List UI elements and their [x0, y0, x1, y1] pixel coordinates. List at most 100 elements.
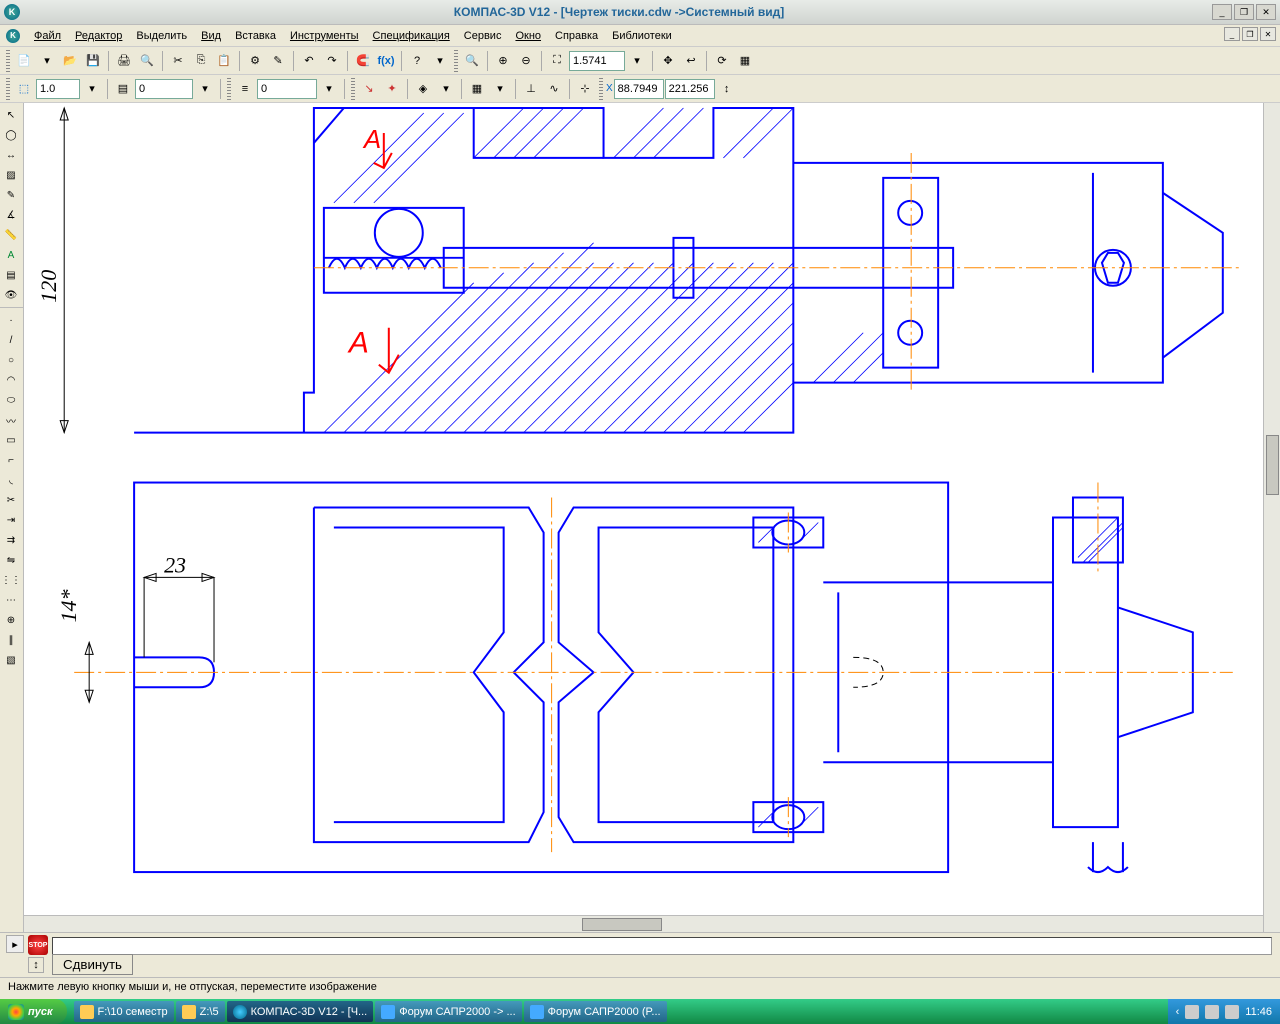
redo-button[interactable]: ↷	[321, 50, 343, 72]
menu-editor[interactable]: Редактор	[69, 28, 128, 44]
paste-button[interactable]: 📋	[213, 50, 235, 72]
tool-geom[interactable]: ◯	[0, 125, 22, 145]
layer-input[interactable]	[135, 79, 193, 99]
tool-mirror[interactable]: ⇋	[0, 550, 22, 570]
menu-select[interactable]: Выделить	[130, 28, 193, 44]
tool-axis[interactable]: ⊕	[0, 610, 22, 630]
tool-region[interactable]: ▧	[0, 650, 22, 670]
grid-button[interactable]: ▦	[466, 78, 488, 100]
coord-button[interactable]: ⊹	[574, 78, 596, 100]
tool-line[interactable]: /	[0, 330, 22, 350]
coord-y-input[interactable]	[665, 79, 715, 99]
menu-help[interactable]: Справка	[549, 28, 604, 44]
help-button[interactable]: ?	[406, 50, 428, 72]
tool-edit[interactable]: ✎	[0, 185, 22, 205]
tool-ellipse[interactable]: ⬭	[0, 390, 22, 410]
round-button[interactable]: ∿	[543, 78, 565, 100]
coord-lock[interactable]: ↕	[716, 78, 738, 100]
system-tray[interactable]: ‹ 11:46	[1168, 999, 1280, 1024]
tool-dim[interactable]: ↔	[0, 145, 22, 165]
snap-btn2[interactable]: ✦	[381, 78, 403, 100]
tool-meas[interactable]: 📏	[0, 225, 22, 245]
doc-close[interactable]: ✕	[1260, 27, 1276, 41]
view-num-input[interactable]	[36, 79, 80, 99]
tool-param[interactable]: ∡	[0, 205, 22, 225]
props-button[interactable]: ⚙	[244, 50, 266, 72]
layers-button[interactable]: ▦	[734, 50, 756, 72]
menu-insert[interactable]: Вставка	[229, 28, 282, 44]
tool-spline[interactable]: 〰	[0, 410, 22, 430]
panel-collapse[interactable]: ▸	[6, 935, 24, 953]
menu-service[interactable]: Сервис	[458, 28, 508, 44]
tool-extend[interactable]: ⇥	[0, 510, 22, 530]
menu-tools[interactable]: Инструменты	[284, 28, 365, 44]
tool-break[interactable]: ✂	[0, 490, 22, 510]
tool-rect[interactable]: ▭	[0, 430, 22, 450]
stop-button[interactable]: STOP	[28, 935, 48, 955]
preview-button[interactable]: 🔍	[136, 50, 158, 72]
tool-array[interactable]: ⋮⋮	[0, 570, 22, 590]
tool-spec[interactable]: ▤	[0, 265, 22, 285]
snap-btn3[interactable]: ◈	[412, 78, 434, 100]
pan-button[interactable]: ✥	[657, 50, 679, 72]
tool-offset[interactable]: ⇉	[0, 530, 22, 550]
rebuild-button[interactable]: ⟳	[711, 50, 733, 72]
pan-command-button[interactable]: Сдвинуть	[52, 954, 133, 975]
print-button[interactable]: 🖨	[113, 50, 135, 72]
copy-props-button[interactable]: ✎	[267, 50, 289, 72]
scrollbar-vertical[interactable]	[1263, 103, 1280, 932]
tool-hatch[interactable]: ▨	[0, 165, 22, 185]
layer-button[interactable]: ▤	[112, 78, 134, 100]
start-button[interactable]: пуск	[0, 999, 67, 1024]
tool-select[interactable]: ↖	[0, 105, 22, 125]
tray-icon-1[interactable]	[1185, 1005, 1199, 1019]
close-button[interactable]: ✕	[1256, 4, 1276, 20]
task-kompas[interactable]: КОМПАС-3D V12 - [Ч...	[227, 1001, 374, 1022]
tool-aux[interactable]: ⋯	[0, 590, 22, 610]
task-folder-1[interactable]: F:\10 семестр	[74, 1001, 174, 1022]
task-ie-2[interactable]: Форум САПР2000 (P...	[524, 1001, 667, 1022]
tool-text[interactable]: A	[0, 245, 22, 265]
tool-circle[interactable]: ○	[0, 350, 22, 370]
tray-collapse[interactable]: ‹	[1176, 1006, 1180, 1018]
coord-x-input[interactable]	[614, 79, 664, 99]
view-dd[interactable]: ▾	[81, 78, 103, 100]
lib-button[interactable]: 🧲	[352, 50, 374, 72]
ortho-button[interactable]: ⊥	[520, 78, 542, 100]
grid-dd[interactable]: ▾	[489, 78, 511, 100]
zoom-plus-button[interactable]: ⊕	[492, 50, 514, 72]
doc-restore[interactable]: ❐	[1242, 27, 1258, 41]
tool-point[interactable]: ·	[0, 310, 22, 330]
drawing-canvas[interactable]: 120	[24, 103, 1263, 932]
open-button[interactable]: 📂	[59, 50, 81, 72]
snap-dd[interactable]: ▾	[435, 78, 457, 100]
doc-minimize[interactable]: _	[1224, 27, 1240, 41]
menu-spec[interactable]: Спецификация	[367, 28, 456, 44]
copy-button[interactable]: ⎘	[190, 50, 212, 72]
zoom-minus-button[interactable]: ⊖	[515, 50, 537, 72]
scrollbar-horizontal[interactable]	[24, 915, 1263, 932]
layer-dd[interactable]: ▾	[194, 78, 216, 100]
maximize-button[interactable]: ❐	[1234, 4, 1254, 20]
help-dd[interactable]: ▾	[429, 50, 451, 72]
panel-icon[interactable]: ↕	[28, 957, 44, 973]
undo-button[interactable]: ↶	[298, 50, 320, 72]
tray-icon-2[interactable]	[1205, 1005, 1219, 1019]
tray-clock[interactable]: 11:46	[1245, 1006, 1272, 1018]
menu-libs[interactable]: Библиотеки	[606, 28, 678, 44]
tool-arc[interactable]: ◠	[0, 370, 22, 390]
zoom-in-button[interactable]: 🔍	[461, 50, 483, 72]
vars-button[interactable]: f(x)	[375, 50, 397, 72]
tool-fillet[interactable]: ◟	[0, 470, 22, 490]
zoom-fit-button[interactable]: ⛶	[546, 50, 568, 72]
tool-view[interactable]: 👁	[0, 285, 22, 305]
zoom-prev-button[interactable]: ↩	[680, 50, 702, 72]
cut-button[interactable]: ✂	[167, 50, 189, 72]
tool-chamfer[interactable]: ⌐	[0, 450, 22, 470]
command-input[interactable]	[52, 937, 1272, 955]
task-ie-1[interactable]: Форум САПР2000 -> ...	[375, 1001, 521, 1022]
style-dd[interactable]: ▾	[318, 78, 340, 100]
menu-window[interactable]: Окно	[509, 28, 547, 44]
zoom-dd[interactable]: ▾	[626, 50, 648, 72]
menu-view[interactable]: Вид	[195, 28, 227, 44]
